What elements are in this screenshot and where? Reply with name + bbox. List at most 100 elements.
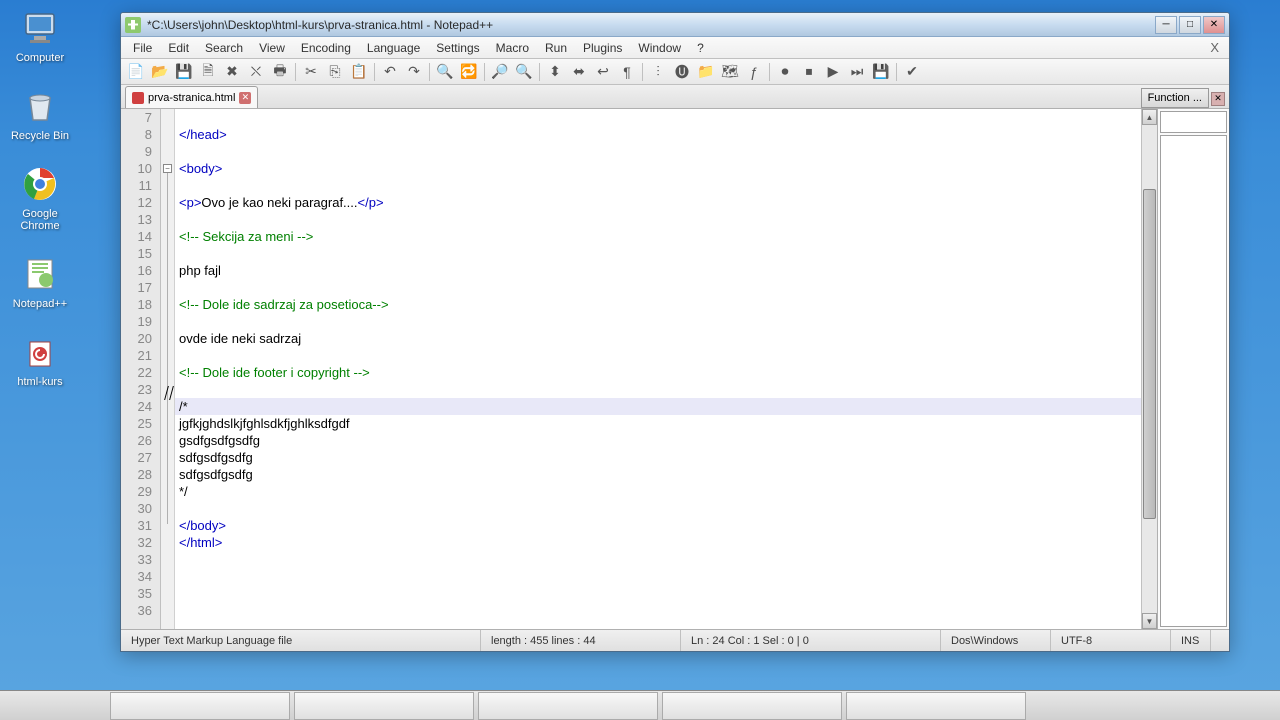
taskbar-item[interactable] bbox=[846, 692, 1026, 720]
func-list-icon[interactable]: ƒ bbox=[743, 61, 765, 83]
function-list-panel bbox=[1157, 109, 1229, 629]
statusbar: Hyper Text Markup Language file length :… bbox=[121, 629, 1229, 651]
scroll-thumb[interactable] bbox=[1143, 189, 1156, 519]
tabbar: prva-stranica.html ✕ Function ...✕ bbox=[121, 85, 1229, 109]
code-panel[interactable]: 7891011121314151617181920212223242526272… bbox=[121, 109, 1157, 629]
menu-help[interactable]: ? bbox=[689, 39, 712, 57]
folder-icon[interactable]: 📁 bbox=[695, 61, 717, 83]
menu-search[interactable]: Search bbox=[197, 39, 251, 57]
sync-h-icon[interactable]: ⬌ bbox=[568, 61, 590, 83]
status-eol: Dos\Windows bbox=[941, 630, 1051, 651]
recycle-bin-icon bbox=[20, 86, 60, 126]
print-icon[interactable]: 🖶 bbox=[269, 61, 291, 83]
status-encoding: UTF-8 bbox=[1051, 630, 1171, 651]
menu-macro[interactable]: Macro bbox=[488, 39, 537, 57]
replace-icon[interactable]: 🔁 bbox=[458, 61, 480, 83]
close-icon[interactable]: ✖ bbox=[221, 61, 243, 83]
titlebar[interactable]: *C:\Users\john\Desktop\html-kurs\prva-st… bbox=[121, 13, 1229, 37]
menu-file[interactable]: File bbox=[125, 39, 160, 57]
tab-label: prva-stranica.html bbox=[148, 92, 235, 104]
new-file-icon[interactable]: 📄 bbox=[125, 61, 147, 83]
sync-v-icon[interactable]: ⬍ bbox=[544, 61, 566, 83]
taskbar-item[interactable] bbox=[110, 692, 290, 720]
notepadpp-window: *C:\Users\john\Desktop\html-kurs\prva-st… bbox=[120, 12, 1230, 652]
code-content[interactable]: </head><body><p>Ovo je kao neki paragraf… bbox=[175, 109, 1141, 629]
menu-view[interactable]: View bbox=[251, 39, 293, 57]
desktop-icons: Computer Recycle Bin Google Chrome Notep… bbox=[5, 8, 75, 410]
zoom-out-icon[interactable]: 🔍 bbox=[513, 61, 535, 83]
zoom-in-icon[interactable]: 🔎 bbox=[489, 61, 511, 83]
play-icon[interactable]: ▶ bbox=[822, 61, 844, 83]
play-multi-icon[interactable]: ⏭ bbox=[846, 61, 868, 83]
paste-icon[interactable]: 📋 bbox=[348, 61, 370, 83]
desktop-icon-recyclebin[interactable]: Recycle Bin bbox=[5, 86, 75, 142]
desktop-icon-htmlkurs[interactable]: html-kurs bbox=[5, 332, 75, 388]
status-position: Ln : 24 Col : 1 Sel : 0 | 0 bbox=[681, 630, 941, 651]
file-modified-icon bbox=[132, 92, 144, 104]
desktop-label: html-kurs bbox=[5, 376, 75, 388]
vertical-scrollbar[interactable]: ▲ ▼ bbox=[1141, 109, 1157, 629]
toolbar: 📄📂💾🗎✖⛌🖶✂⎘📋↶↷🔍🔁🔎🔍⬍⬌↩¶⫶🅤📁🗺ƒ⏺⏹▶⏭💾✔ bbox=[121, 59, 1229, 85]
wrap-icon[interactable]: ↩ bbox=[592, 61, 614, 83]
menubar: File Edit Search View Encoding Language … bbox=[121, 37, 1229, 59]
close-button[interactable]: ✕ bbox=[1203, 16, 1225, 34]
menu-plugins[interactable]: Plugins bbox=[575, 39, 630, 57]
taskbar[interactable] bbox=[0, 690, 1280, 720]
record-icon[interactable]: ⏺ bbox=[774, 61, 796, 83]
menu-encoding[interactable]: Encoding bbox=[293, 39, 359, 57]
function-list[interactable] bbox=[1160, 135, 1227, 627]
show-all-icon[interactable]: ¶ bbox=[616, 61, 638, 83]
desktop-label: Recycle Bin bbox=[5, 130, 75, 142]
cut-icon[interactable]: ✂ bbox=[300, 61, 322, 83]
minimize-button[interactable]: ─ bbox=[1155, 16, 1177, 34]
user-lang-icon[interactable]: 🅤 bbox=[671, 61, 693, 83]
menu-language[interactable]: Language bbox=[359, 39, 428, 57]
maximize-button[interactable]: □ bbox=[1179, 16, 1201, 34]
menu-window[interactable]: Window bbox=[630, 39, 689, 57]
status-length-lines: length : 455 lines : 44 bbox=[481, 630, 681, 651]
menu-edit[interactable]: Edit bbox=[160, 39, 197, 57]
taskbar-item[interactable] bbox=[294, 692, 474, 720]
redo-icon[interactable]: ↷ bbox=[403, 61, 425, 83]
desktop-icon-chrome[interactable]: Google Chrome bbox=[5, 164, 75, 232]
taskbar-item[interactable] bbox=[478, 692, 658, 720]
undo-icon[interactable]: ↶ bbox=[379, 61, 401, 83]
chrome-icon bbox=[20, 164, 60, 204]
app-icon bbox=[125, 17, 141, 33]
save-icon[interactable]: 💾 bbox=[173, 61, 195, 83]
save-all-icon[interactable]: 🗎 bbox=[197, 61, 219, 83]
line-number-gutter: 7891011121314151617181920212223242526272… bbox=[121, 109, 161, 629]
indent-guide-icon[interactable]: ⫶ bbox=[647, 61, 669, 83]
folder-icon bbox=[20, 332, 60, 372]
desktop-label: Notepad++ bbox=[5, 298, 75, 310]
function-list-close[interactable]: ✕ bbox=[1211, 92, 1225, 106]
status-insert-mode: INS bbox=[1171, 630, 1211, 651]
desktop-icon-notepadpp[interactable]: Notepad++ bbox=[5, 254, 75, 310]
menu-run[interactable]: Run bbox=[537, 39, 575, 57]
desktop-icon-computer[interactable]: Computer bbox=[5, 8, 75, 64]
menubar-close-button[interactable]: X bbox=[1204, 40, 1225, 55]
fold-column[interactable]: − bbox=[161, 109, 175, 629]
taskbar-item[interactable] bbox=[662, 692, 842, 720]
scroll-down-button[interactable]: ▼ bbox=[1142, 613, 1157, 629]
fold-toggle[interactable]: − bbox=[163, 164, 172, 173]
menu-settings[interactable]: Settings bbox=[428, 39, 487, 57]
file-tab[interactable]: prva-stranica.html ✕ bbox=[125, 86, 258, 108]
stop-icon[interactable]: ⏹ bbox=[798, 61, 820, 83]
doc-map-icon[interactable]: 🗺 bbox=[719, 61, 741, 83]
computer-icon bbox=[20, 8, 60, 48]
find-icon[interactable]: 🔍 bbox=[434, 61, 456, 83]
close-all-icon[interactable]: ⛌ bbox=[245, 61, 267, 83]
copy-icon[interactable]: ⎘ bbox=[324, 61, 346, 83]
editor-area: 7891011121314151617181920212223242526272… bbox=[121, 109, 1229, 629]
save-macro-icon[interactable]: 💾 bbox=[870, 61, 892, 83]
desktop-label: Computer bbox=[5, 52, 75, 64]
desktop-label: Google Chrome bbox=[5, 208, 75, 232]
function-search-input[interactable] bbox=[1160, 111, 1227, 133]
scroll-up-button[interactable]: ▲ bbox=[1142, 109, 1157, 125]
open-file-icon[interactable]: 📂 bbox=[149, 61, 171, 83]
tab-close-button[interactable]: ✕ bbox=[239, 92, 251, 104]
function-list-button[interactable]: Function ... bbox=[1141, 88, 1209, 108]
spell-icon[interactable]: ✔ bbox=[901, 61, 923, 83]
status-filetype: Hyper Text Markup Language file bbox=[121, 630, 481, 651]
